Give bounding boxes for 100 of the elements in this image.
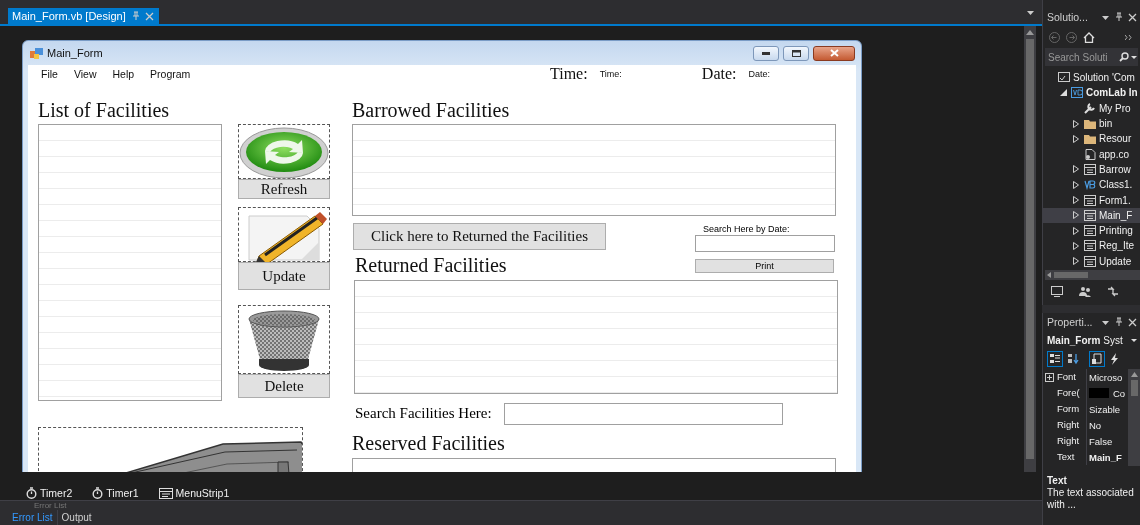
return-button[interactable]: Click here to Returned the Facilities: [353, 223, 606, 250]
tray-component[interactable]: Timer2: [26, 487, 73, 499]
menu-item[interactable]: File: [41, 68, 58, 80]
picture-box[interactable]: [238, 207, 330, 262]
tree-item[interactable]: My Pro: [1043, 100, 1140, 116]
picture-box[interactable]: [238, 305, 330, 374]
dropdown-icon[interactable]: [1102, 13, 1109, 21]
form-icon: [1084, 225, 1096, 237]
back-icon[interactable]: [1049, 31, 1060, 43]
search-field[interactable]: Search Soluti: [1045, 48, 1118, 66]
tree-item[interactable]: Solution 'Com: [1043, 70, 1140, 86]
overflow-icon[interactable]: [1125, 34, 1132, 40]
menu-item[interactable]: Program: [150, 68, 191, 80]
scrollbar[interactable]: [1045, 270, 1140, 280]
panel-title: Properti...: [1047, 316, 1094, 328]
scroll-up-icon[interactable]: [1130, 372, 1138, 377]
scrollbar-thumb[interactable]: [1130, 380, 1138, 396]
property-value[interactable]: False: [1089, 435, 1113, 447]
minimize-button[interactable]: [753, 45, 779, 61]
collapsed-arrow-icon[interactable]: [1073, 134, 1079, 143]
property-value[interactable]: No: [1089, 419, 1102, 431]
property-name: Right: [1055, 417, 1087, 433]
delete-button[interactable]: Delete: [238, 374, 330, 398]
tree-item[interactable]: ComLab In: [1043, 85, 1140, 101]
list-box[interactable]: [352, 124, 836, 216]
panel-tab[interactable]: Output: [57, 510, 96, 525]
menu-strip-icon: [158, 487, 173, 499]
lightning-icon: [1109, 353, 1121, 365]
tray-component[interactable]: MenuStrip1: [158, 487, 230, 499]
preview-icon[interactable]: [1051, 285, 1063, 297]
stopwatch-icon: [26, 487, 37, 499]
sort-icon: [1067, 353, 1079, 365]
collapsed-arrow-icon[interactable]: [1073, 119, 1079, 128]
scrollbar-thumb[interactable]: [1026, 39, 1034, 459]
object-selector[interactable]: Main_Form Syst: [1043, 331, 1140, 349]
tree-item[interactable]: Printing: [1043, 222, 1140, 239]
maximize-button[interactable]: [783, 45, 809, 61]
tree-item[interactable]: Reg_Ite: [1043, 238, 1140, 254]
property-value[interactable]: Co: [1113, 387, 1126, 399]
tree-item[interactable]: bin: [1043, 115, 1140, 132]
collapsed-arrow-icon[interactable]: [1073, 257, 1079, 266]
tree-item[interactable]: Class1.: [1043, 177, 1140, 193]
solution-icon: [1058, 72, 1070, 84]
tree-item[interactable]: app.co: [1043, 146, 1140, 162]
print-button[interactable]: Print: [695, 259, 834, 273]
dropdown-icon: [1131, 337, 1137, 343]
collapsed-arrow-icon[interactable]: [1073, 226, 1079, 235]
expand-icon[interactable]: [1044, 372, 1054, 382]
section-heading: Barrowed Facilities: [352, 98, 511, 123]
update-button[interactable]: Update: [238, 262, 330, 290]
tray-component[interactable]: Timer1: [92, 487, 139, 499]
refresh-button[interactable]: Refresh: [238, 179, 330, 199]
menu-item[interactable]: Help: [112, 68, 135, 80]
collapsed-arrow-icon[interactable]: [1073, 180, 1079, 189]
property-value[interactable]: Sizable: [1089, 403, 1121, 415]
expanded-arrow-icon[interactable]: [1059, 89, 1067, 97]
team-icon[interactable]: [1079, 285, 1091, 297]
dropdown-icon[interactable]: [1027, 9, 1034, 16]
section-heading: List of Facilities: [38, 98, 171, 123]
form-icon: [1084, 163, 1096, 175]
collapsed-arrow-icon[interactable]: [1073, 241, 1079, 250]
scrollbar-thumb[interactable]: [1054, 272, 1088, 278]
close-icon[interactable]: [1128, 317, 1137, 327]
class-view-icon[interactable]: [1107, 285, 1119, 297]
property-value[interactable]: Microso: [1089, 371, 1123, 383]
search-icon[interactable]: [1118, 48, 1130, 66]
date-search-field[interactable]: [695, 235, 835, 252]
refresh-icon: [239, 124, 329, 179]
tree-item[interactable]: Barrow: [1043, 161, 1140, 178]
scrollbar[interactable]: [1024, 26, 1036, 472]
home-icon[interactable]: [1083, 31, 1095, 43]
pin-icon[interactable]: [1114, 317, 1123, 327]
collapsed-arrow-icon[interactable]: [1073, 165, 1079, 174]
scroll-left-icon[interactable]: [1047, 272, 1051, 278]
pin-icon[interactable]: [1114, 12, 1123, 22]
minimize-icon: [762, 51, 770, 55]
tree-item[interactable]: Update: [1043, 253, 1140, 269]
tree-item[interactable]: Form1.: [1043, 192, 1140, 208]
file-icon: [1084, 148, 1096, 160]
time-label: Time:: [550, 65, 588, 83]
scrollbar[interactable]: [1128, 369, 1140, 466]
tree-item[interactable]: Resour: [1043, 131, 1140, 147]
collapsed-arrow-icon[interactable]: [1073, 196, 1079, 204]
property-page-button[interactable]: [1089, 351, 1105, 367]
close-icon[interactable]: [1128, 12, 1137, 22]
scroll-up-icon[interactable]: [1026, 29, 1034, 35]
tree-item[interactable]: Main_F: [1043, 207, 1140, 223]
close-button[interactable]: [813, 45, 855, 61]
panel-tab[interactable]: Error List: [8, 510, 58, 525]
search-field[interactable]: [504, 402, 783, 425]
categorized-button[interactable]: [1047, 351, 1063, 367]
picture-box[interactable]: [238, 124, 330, 179]
collapsed-arrow-icon[interactable]: [1073, 211, 1079, 220]
property-value[interactable]: Main_F: [1089, 451, 1122, 463]
list-box[interactable]: [354, 280, 838, 394]
field-label: Search Here by Date:: [703, 223, 791, 235]
forward-icon[interactable]: [1066, 31, 1077, 43]
dropdown-icon[interactable]: [1102, 318, 1109, 326]
dropdown-icon[interactable]: [1130, 48, 1138, 66]
menu-item[interactable]: View: [73, 68, 97, 80]
